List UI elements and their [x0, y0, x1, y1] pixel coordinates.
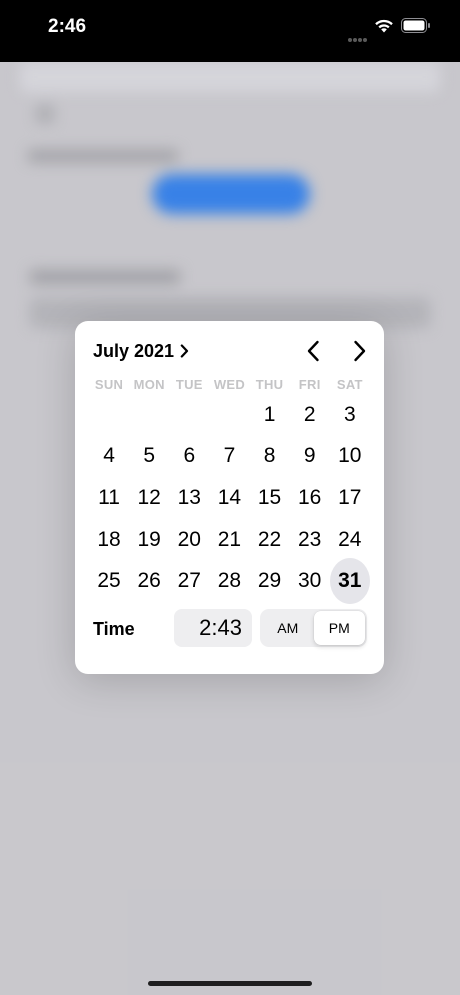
- calendar-day[interactable]: 3: [330, 394, 370, 436]
- calendar-day[interactable]: 6: [169, 436, 209, 478]
- weekday-label: FRI: [298, 377, 321, 392]
- calendar-day[interactable]: 26: [129, 560, 169, 602]
- signal-dots-icon: [348, 29, 370, 42]
- am-label: AM: [277, 620, 299, 636]
- calendar-day[interactable]: 28: [209, 560, 249, 602]
- weekday-label: WED: [213, 377, 246, 392]
- calendar-day[interactable]: 16: [290, 477, 330, 519]
- calendar-day-number: 21: [217, 527, 242, 551]
- status-time: 2:46: [48, 16, 87, 37]
- calendar-day[interactable]: 22: [250, 519, 290, 561]
- calendar-day[interactable]: 7: [209, 436, 249, 478]
- calendar-day-number: 4: [103, 444, 115, 468]
- calendar-day-number: 28: [217, 569, 242, 593]
- time-label: Time: [93, 619, 135, 639]
- calendar-blank-cell: [169, 394, 209, 436]
- date-picker-popover: July 2021 SUN MON TUE WED THU FRI SAT 12…: [75, 321, 384, 674]
- calendar-day[interactable]: 20: [169, 519, 209, 561]
- time-value: 2:43: [199, 615, 242, 640]
- pm-label: PM: [328, 620, 350, 636]
- calendar-day-selected[interactable]: 31: [329, 558, 370, 605]
- previous-month-button[interactable]: [300, 338, 326, 364]
- weekday-label: THU: [255, 377, 284, 392]
- calendar-day-number: 16: [298, 485, 322, 509]
- am-pm-segmented-control: AM PM: [260, 609, 367, 647]
- calendar-day[interactable]: 17: [330, 477, 370, 519]
- calendar-day[interactable]: 15: [250, 477, 290, 519]
- calendar-day-number: 18: [97, 527, 121, 551]
- calendar-day[interactable]: 10: [330, 436, 370, 478]
- calendar-day[interactable]: 9: [290, 436, 330, 478]
- calendar-day[interactable]: 5: [129, 436, 169, 478]
- calendar-day-number: 12: [137, 485, 161, 509]
- am-segment[interactable]: AM: [262, 611, 314, 645]
- weekday-header-row: SUN MON TUE WED THU FRI SAT: [89, 377, 370, 392]
- calendar-days-grid: 1 2 3 4 5 6 7 8 9 10 11 12 13 14 15 16 17 18 19 20 21 22 23 24 2…: [89, 394, 370, 605]
- calendar-day-number: 19: [137, 527, 161, 551]
- calendar-day[interactable]: 14: [209, 477, 249, 519]
- calendar-day-number: 25: [97, 569, 121, 593]
- calendar-day-number: 1: [263, 402, 276, 426]
- calendar-day-number: 14: [217, 485, 242, 509]
- calendar-day[interactable]: 11: [89, 477, 129, 519]
- calendar-day[interactable]: 27: [169, 560, 209, 602]
- calendar-day[interactable]: 25: [89, 560, 129, 602]
- calendar-day[interactable]: 29: [250, 560, 290, 602]
- calendar-day-number: 5: [143, 444, 156, 468]
- weekday-label: SUN: [94, 377, 124, 392]
- calendar-day-number: 9: [303, 444, 316, 468]
- calendar-day-number: 11: [98, 485, 120, 509]
- pm-segment[interactable]: PM: [313, 611, 365, 645]
- wifi-icon: [375, 19, 393, 33]
- calendar-day[interactable]: 4: [89, 436, 129, 478]
- calendar-day[interactable]: 30: [290, 560, 330, 602]
- calendar-day[interactable]: 23: [290, 519, 330, 561]
- home-indicator: [148, 981, 312, 986]
- calendar-day[interactable]: 1: [250, 394, 290, 436]
- calendar-blank-cell: [129, 394, 169, 436]
- calendar-day[interactable]: 21: [209, 519, 249, 561]
- calendar-day-number: 31: [329, 558, 370, 605]
- chevron-right-icon: [354, 340, 366, 362]
- calendar-day-number: 8: [263, 444, 276, 468]
- calendar-day-number: 7: [223, 444, 236, 468]
- chevron-right-small-icon: [180, 344, 189, 358]
- calendar-day[interactable]: 18: [89, 519, 129, 561]
- calendar-day-number: 3: [343, 402, 356, 426]
- calendar-day-number: 24: [338, 527, 362, 551]
- weekday-label: SAT: [336, 377, 363, 392]
- time-input[interactable]: 2:43: [174, 609, 252, 647]
- calendar-day-number: 27: [177, 569, 201, 593]
- calendar-blank-cell: [209, 394, 249, 436]
- battery-icon: [401, 18, 430, 33]
- calendar-day[interactable]: 24: [330, 519, 370, 561]
- calendar-day-number: 2: [303, 402, 316, 426]
- calendar-day[interactable]: 8: [250, 436, 290, 478]
- calendar-day-number: 13: [177, 485, 201, 509]
- month-year-label: July 2021: [93, 340, 175, 361]
- calendar-blank-cell: [89, 394, 129, 436]
- calendar-day-number: 30: [298, 569, 322, 593]
- calendar-day-number: 23: [298, 527, 322, 551]
- weekday-label: MON: [133, 377, 165, 392]
- calendar-day-number: 15: [257, 485, 282, 509]
- status-bar: 2:46: [0, 0, 460, 62]
- calendar-day-number: 22: [257, 527, 282, 551]
- calendar-day-number: 29: [257, 569, 282, 593]
- weekday-label: TUE: [175, 377, 203, 392]
- calendar-day[interactable]: 12: [129, 477, 169, 519]
- calendar-day-number: 6: [183, 444, 196, 468]
- calendar-day-number: 20: [177, 527, 201, 551]
- next-month-button[interactable]: [347, 338, 373, 364]
- month-year-button[interactable]: July 2021: [93, 340, 189, 362]
- calendar-day-number: 10: [338, 444, 362, 468]
- chevron-left-icon: [307, 340, 319, 362]
- screen: 2:46 July 2021 SUN MON TUE WED THU FRI S…: [0, 0, 460, 995]
- calendar-day-number: 26: [137, 569, 161, 593]
- calendar-day-number: 17: [338, 485, 362, 509]
- calendar-day[interactable]: 19: [129, 519, 169, 561]
- calendar-day[interactable]: 13: [169, 477, 209, 519]
- calendar-day[interactable]: 2: [290, 394, 330, 436]
